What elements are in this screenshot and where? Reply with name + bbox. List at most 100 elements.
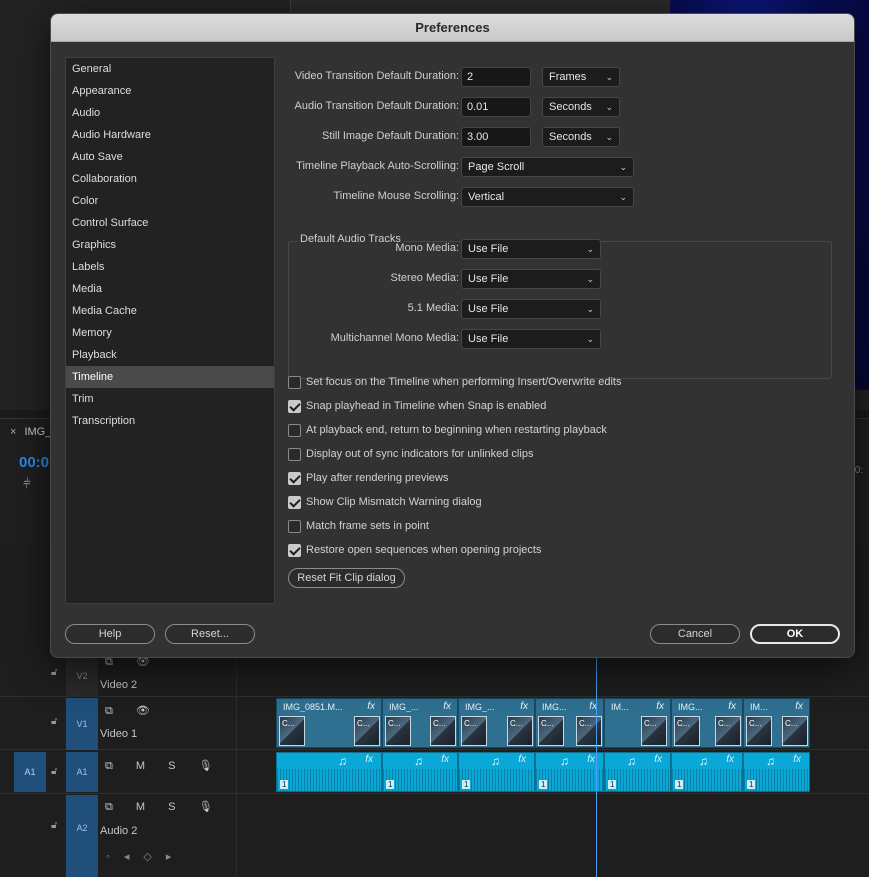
audio-transition-unit-select[interactable]: Seconds ⌄ <box>542 97 620 117</box>
auto-scroll-select[interactable]: Page Scroll ⌄ <box>461 157 634 177</box>
checkbox[interactable] <box>288 448 301 461</box>
track-name-v1: Video 1 <box>100 728 138 740</box>
sidebar-item-timeline[interactable]: Timeline <box>66 366 274 388</box>
solo-button[interactable]: S <box>168 760 185 772</box>
auto-scroll-row: Timeline Playback Auto-Scrolling: Page S… <box>287 157 847 177</box>
checkbox[interactable] <box>288 376 301 389</box>
ok-button[interactable]: OK <box>750 624 840 644</box>
stereo-media-select[interactable]: Use File ⌄ <box>461 269 601 289</box>
sequence-tab[interactable]: × IMG_ <box>10 426 51 438</box>
mute-button[interactable]: M <box>136 760 155 772</box>
audio-clip[interactable]: ♫ fx 1 <box>743 752 810 792</box>
audio-clip[interactable]: ♫ fx 1 <box>671 752 743 792</box>
chevron-down-icon: ⌄ <box>605 102 613 112</box>
cancel-button[interactable]: Cancel <box>650 624 740 644</box>
still-image-input[interactable]: 3.00 <box>461 127 531 147</box>
sidebar-item-transcription[interactable]: Transcription <box>66 410 274 432</box>
audio-transition-row: Audio Transition Default Duration: 0.01 … <box>287 97 847 117</box>
timeline-settings: Video Transition Default Duration: 2 Fra… <box>287 57 847 617</box>
video-transition-input[interactable]: 2 <box>461 67 531 87</box>
video-clip[interactable]: IM... fx C... C... <box>743 698 810 748</box>
still-image-unit-select[interactable]: Seconds ⌄ <box>542 127 620 147</box>
track-name-a2: Audio 2 <box>100 825 138 837</box>
checkbox[interactable] <box>288 400 301 413</box>
dialog-title[interactable]: Preferences <box>51 14 854 42</box>
sidebar-item-media[interactable]: Media <box>66 278 274 300</box>
mono-media-row: Mono Media: Use File ⌄ <box>287 239 847 259</box>
sidebar-item-media-cache[interactable]: Media Cache <box>66 300 274 322</box>
track-target-v2[interactable]: V2 <box>66 655 98 697</box>
audio-transition-input[interactable]: 0.01 <box>461 97 531 117</box>
mic-icon[interactable]: 🎙︎ <box>199 801 223 813</box>
sidebar-item-labels[interactable]: Labels <box>66 256 274 278</box>
track-target-v1[interactable]: V1 <box>66 698 98 750</box>
audio-clip[interactable]: ♫ fx 1 <box>458 752 535 792</box>
playhead-line[interactable] <box>596 655 597 877</box>
track-target-a2[interactable]: A2 <box>66 795 98 877</box>
close-icon[interactable]: × <box>10 426 16 438</box>
reset-button[interactable]: Reset... <box>165 624 255 644</box>
sidebar-item-color[interactable]: Color <box>66 190 274 212</box>
sidebar-item-trim[interactable]: Trim <box>66 388 274 410</box>
audio-clip[interactable]: ♫ fx 1 <box>604 752 671 792</box>
solo-button[interactable]: S <box>168 801 185 813</box>
sidebar-item-collaboration[interactable]: Collaboration <box>66 168 274 190</box>
video-clip[interactable]: IMG_0851.M... fx C... C... <box>276 698 382 748</box>
video-clip[interactable]: IMG... fx C... C... <box>671 698 743 748</box>
video-clip[interactable]: IM... fx C... <box>604 698 671 748</box>
sidebar-item-control-surface[interactable]: Control Surface <box>66 212 274 234</box>
snap-icon[interactable]: ⫩ <box>23 475 31 492</box>
lock-icon[interactable]: 🔓︎ <box>51 716 57 727</box>
five-one-media-label: 5.1 Media: <box>407 302 459 314</box>
preferences-sidebar: General Appearance Audio Audio Hardware … <box>65 57 275 604</box>
preferences-dialog: Preferences General Appearance Audio Aud… <box>50 13 855 658</box>
checkbox[interactable] <box>288 496 301 509</box>
video-transition-label: Video Transition Default Duration: <box>294 70 459 82</box>
audio-transition-label: Audio Transition Default Duration: <box>294 100 459 112</box>
mouse-scroll-select[interactable]: Vertical ⌄ <box>461 187 634 207</box>
sidebar-item-audio[interactable]: Audio <box>66 102 274 124</box>
sidebar-item-audio-hardware[interactable]: Audio Hardware <box>66 124 274 146</box>
track-v2: 🔓︎ V2 ⧉ 👁︎ Video 2 <box>0 655 869 697</box>
keyframe-nav-icons[interactable]: ◦◂◇▸ <box>106 850 185 863</box>
reset-fit-clip-button[interactable]: Reset Fit Clip dialog <box>288 568 405 588</box>
source-patch-a1[interactable]: A1 <box>14 752 46 792</box>
track-toggle-icons[interactable]: ⧉ 👁︎ <box>105 704 160 718</box>
checkbox[interactable] <box>288 424 301 437</box>
stereo-media-label: Stereo Media: <box>390 272 459 284</box>
sidebar-item-graphics[interactable]: Graphics <box>66 234 274 256</box>
chevron-down-icon: ⌄ <box>619 192 627 202</box>
track-target-a1[interactable]: A1 <box>66 752 98 792</box>
chevron-down-icon: ⌄ <box>619 162 627 172</box>
sidebar-item-general[interactable]: General <box>66 58 274 80</box>
lock-icon[interactable]: 🔓︎ <box>51 766 57 777</box>
sidebar-item-playback[interactable]: Playback <box>66 344 274 366</box>
video-clip[interactable]: IMG_... fx C... C... <box>382 698 458 748</box>
checkbox[interactable] <box>288 544 301 557</box>
track-a2: 🔓︎ A2 ⧉ M S 🎙︎ Audio 2 ◦◂◇▸ <box>0 795 869 877</box>
sync-lock-icon[interactable]: ⧉ <box>105 801 123 813</box>
video-clip[interactable]: IMG... fx C... C... <box>535 698 604 748</box>
lock-icon[interactable]: 🔓︎ <box>51 667 57 678</box>
lock-icon[interactable]: 🔓︎ <box>51 820 57 831</box>
five-one-media-select[interactable]: Use File ⌄ <box>461 299 601 319</box>
audio-clip[interactable]: ♫ fx 1 <box>382 752 458 792</box>
checkbox[interactable] <box>288 472 301 485</box>
audio-clip[interactable]: ♫ fx 1 <box>276 752 382 792</box>
mono-media-label: Mono Media: <box>395 242 459 254</box>
multichannel-media-select[interactable]: Use File ⌄ <box>461 329 601 349</box>
checkbox[interactable] <box>288 520 301 533</box>
sidebar-item-appearance[interactable]: Appearance <box>66 80 274 102</box>
mono-media-select[interactable]: Use File ⌄ <box>461 239 601 259</box>
help-button[interactable]: Help <box>65 624 155 644</box>
playhead-timecode[interactable]: 00:0 <box>19 454 49 471</box>
audio-clip[interactable]: ♫ fx 1 <box>535 752 604 792</box>
video-clip[interactable]: IMG_... fx C... C... <box>458 698 535 748</box>
video-transition-unit-select[interactable]: Frames ⌄ <box>542 67 620 87</box>
mic-icon[interactable]: 🎙︎ <box>199 760 223 772</box>
sync-lock-icon[interactable]: ⧉ <box>105 760 123 772</box>
stereo-media-row: Stereo Media: Use File ⌄ <box>287 269 847 289</box>
sidebar-item-memory[interactable]: Memory <box>66 322 274 344</box>
sidebar-item-auto-save[interactable]: Auto Save <box>66 146 274 168</box>
mute-button[interactable]: M <box>136 801 155 813</box>
